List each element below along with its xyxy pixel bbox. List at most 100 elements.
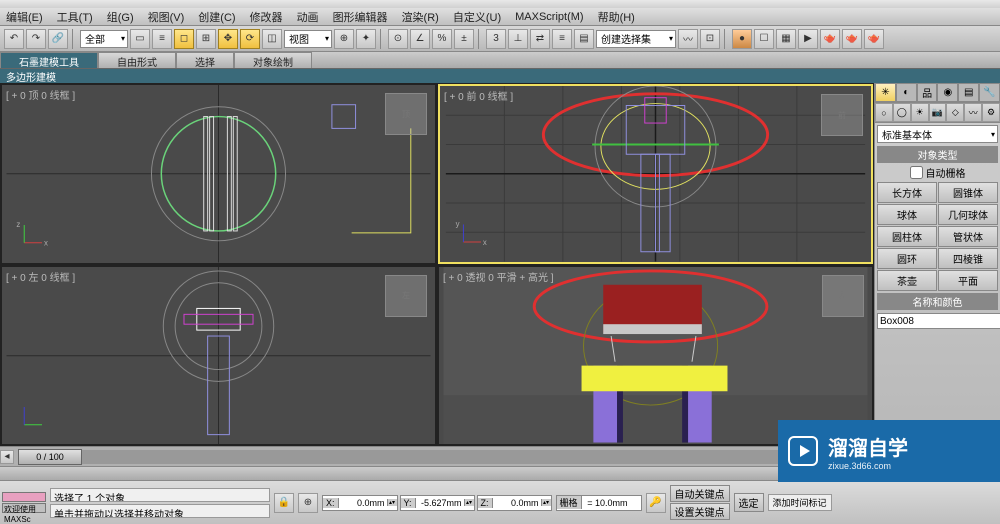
menu-modifiers[interactable]: 修改器 (250, 9, 283, 25)
select-name-button[interactable]: ≡ (152, 29, 172, 49)
auto-key-button[interactable]: 自动关键点 (670, 485, 730, 502)
menu-edit[interactable]: 编辑(E) (6, 9, 43, 25)
autogrid-check[interactable] (910, 166, 923, 179)
teapot-button[interactable]: 茶壶 (877, 270, 937, 291)
layer-button[interactable]: ▤ (574, 29, 594, 49)
window-cross-button[interactable]: ⊞ (196, 29, 216, 49)
undo-button[interactable]: ↶ (4, 29, 24, 49)
axis-button[interactable]: ⊥ (508, 29, 528, 49)
scale-button[interactable]: ◫ (262, 29, 282, 49)
curve-editor-button[interactable]: 〰 (678, 29, 698, 49)
x-input[interactable] (339, 498, 387, 508)
viewcube-front[interactable]: 前 (821, 94, 863, 136)
plane-button[interactable]: 平面 (938, 270, 998, 291)
sel-set-button[interactable]: 选定 (734, 493, 764, 512)
align-button[interactable]: ≡ (552, 29, 572, 49)
teapot3-button[interactable]: 🫖 (864, 29, 884, 49)
torus-button[interactable]: 圆环 (877, 248, 937, 269)
ribbon-tab-paint[interactable]: 对象绘制 (234, 52, 312, 68)
snap3-button[interactable]: 3 (486, 29, 506, 49)
create-tab[interactable]: ✳ (875, 83, 896, 102)
lock-selection-button[interactable]: 🔒 (274, 493, 294, 513)
render-frame-button[interactable]: ▦ (776, 29, 796, 49)
key-mode-button[interactable]: 🔑 (646, 493, 666, 513)
motion-tab[interactable]: ◉ (937, 83, 958, 102)
manip-button[interactable]: ✦ (356, 29, 376, 49)
cylinder-button[interactable]: 圆柱体 (877, 226, 937, 247)
named-sel-set[interactable]: 创建选择集 (596, 30, 676, 48)
y-input[interactable] (416, 498, 464, 508)
viewport-perspective[interactable]: [ + 0 透视 0 平滑 + 高光 ] 左 (438, 266, 873, 446)
menu-graph[interactable]: 图形编辑器 (333, 9, 388, 25)
mirror-button[interactable]: ⇄ (530, 29, 550, 49)
z-input[interactable] (493, 498, 541, 508)
material-button[interactable]: ● (732, 29, 752, 49)
menu-customize[interactable]: 自定义(U) (453, 9, 501, 25)
angle-snap-button[interactable]: ∠ (410, 29, 430, 49)
hierarchy-tab[interactable]: 品 (917, 83, 938, 102)
select-button[interactable]: ▭ (130, 29, 150, 49)
helpers-icon[interactable]: ◇ (946, 103, 964, 122)
menu-group[interactable]: 组(G) (107, 9, 134, 25)
move-button[interactable]: ✥ (218, 29, 238, 49)
rotate-button[interactable]: ⟳ (240, 29, 260, 49)
snap-button[interactable]: ⊙ (388, 29, 408, 49)
systems-icon[interactable]: ⚙ (982, 103, 1000, 122)
select-rect-button[interactable]: ◻ (174, 29, 194, 49)
spacewarps-icon[interactable]: 〰 (964, 103, 982, 122)
viewport-front[interactable]: [ + 0 前 0 线框 ] 前 xy (438, 84, 873, 264)
menu-animation[interactable]: 动画 (297, 9, 319, 25)
geometry-icon[interactable]: ○ (875, 103, 893, 122)
box-button[interactable]: 长方体 (877, 182, 937, 203)
menu-render[interactable]: 渲染(R) (402, 9, 439, 25)
menu-maxscript[interactable]: MAXScript(M) (515, 11, 583, 23)
geosphere-button[interactable]: 几何球体 (938, 204, 998, 225)
viewport-persp-label: [ + 0 透视 0 平滑 + 高光 ] (443, 269, 554, 284)
pivot-button[interactable]: ⊕ (334, 29, 354, 49)
tube-button[interactable]: 管状体 (938, 226, 998, 247)
abs-mode-button[interactable]: ⊕ (298, 493, 318, 513)
render-button[interactable]: ▶ (798, 29, 818, 49)
ribbon-subpanel[interactable]: 多边形建模 (0, 69, 1000, 83)
schematic-button[interactable]: ⊡ (700, 29, 720, 49)
menu-create[interactable]: 创建(C) (198, 9, 235, 25)
object-name-input[interactable] (877, 313, 1000, 329)
set-key-button[interactable]: 设置关键点 (670, 503, 730, 520)
menu-help[interactable]: 帮助(H) (598, 9, 635, 25)
teapot2-button[interactable]: 🫖 (842, 29, 862, 49)
teapot1-button[interactable]: 🫖 (820, 29, 840, 49)
utilities-tab[interactable]: 🔧 (979, 83, 1000, 102)
ref-coord-dropdown[interactable]: 视图 (284, 30, 332, 48)
lights-icon[interactable]: ☀ (911, 103, 929, 122)
cameras-icon[interactable]: 📷 (929, 103, 947, 122)
menu-tools[interactable]: 工具(T) (57, 9, 93, 25)
selection-filter[interactable]: 全部 (80, 30, 128, 48)
render-setup-button[interactable]: ☐ (754, 29, 774, 49)
menu-views[interactable]: 视图(V) (148, 9, 185, 25)
viewcube-top[interactable]: 顶 (385, 93, 427, 135)
spinner-snap-button[interactable]: ± (454, 29, 474, 49)
redo-button[interactable]: ↷ (26, 29, 46, 49)
viewcube-left[interactable]: 左 (385, 275, 427, 317)
primitive-category[interactable]: 标准基本体 (877, 125, 998, 143)
modify-tab[interactable]: ◐ (896, 83, 917, 102)
percent-snap-button[interactable]: % (432, 29, 452, 49)
object-type-rollout[interactable]: 对象类型 (877, 146, 998, 163)
viewcube-persp[interactable]: 左 (822, 275, 864, 317)
cone-button[interactable]: 圆锥体 (938, 182, 998, 203)
shapes-icon[interactable]: ◯ (893, 103, 911, 122)
ribbon-tab-selection[interactable]: 选择 (176, 52, 234, 68)
pyramid-button[interactable]: 四棱锥 (938, 248, 998, 269)
time-marker[interactable]: 0 / 100 (18, 449, 82, 465)
name-color-rollout[interactable]: 名称和颜色 (877, 293, 998, 310)
ribbon-tab-freeform[interactable]: 自由形式 (98, 52, 176, 68)
sphere-button[interactable]: 球体 (877, 204, 937, 225)
add-time-tag[interactable]: 添加时间标记 (768, 494, 832, 511)
maxscript-mini[interactable]: 欢迎使用 MAXSc (2, 503, 46, 513)
ribbon-tab-graphite[interactable]: 石墨建模工具 (0, 52, 98, 68)
viewport-left[interactable]: [ + 0 左 0 线框 ] 左 (1, 266, 436, 446)
display-tab[interactable]: ▤ (958, 83, 979, 102)
viewport-top[interactable]: [ + 0 顶 0 线框 ] 顶 xz (1, 84, 436, 264)
link-button[interactable]: 🔗 (48, 29, 68, 49)
time-config-button[interactable]: ◂ (0, 450, 14, 464)
